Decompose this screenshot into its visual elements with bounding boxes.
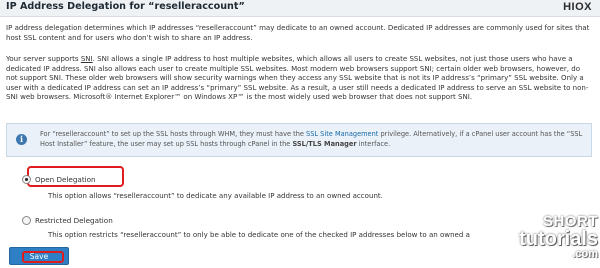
- intro-paragraph: IP address delegation determines which I…: [6, 23, 590, 42]
- open-delegation-radio[interactable]: [22, 175, 31, 184]
- sni-text-before: Your server supports: [6, 54, 81, 63]
- open-delegation-option[interactable]: Open Delegation: [22, 169, 96, 184]
- open-delegation-description: This option allows “reselleraccount” to …: [48, 191, 383, 200]
- info-text-part: interface.: [356, 140, 391, 148]
- sni-paragraph: Your server supports SNI. SNI allows a s…: [6, 54, 592, 102]
- restricted-delegation-radio[interactable]: [22, 216, 31, 225]
- ssl-site-management-link[interactable]: SSL Site Management: [306, 130, 378, 138]
- info-icon: i: [16, 134, 27, 145]
- restricted-delegation-option[interactable]: Restricted Delegation: [22, 210, 113, 225]
- info-text: For “reselleraccount” to set up the SSL …: [40, 129, 588, 149]
- open-delegation-label[interactable]: Open Delegation: [35, 175, 96, 184]
- sni-term: SNI: [80, 54, 93, 63]
- brand-tag: HIOX: [563, 1, 592, 13]
- ssl-tls-manager-label: SSL/TLS Manager: [292, 140, 357, 148]
- header-bar: IP Address Delegation for “reselleraccou…: [0, 0, 600, 17]
- save-highlight: [22, 251, 64, 263]
- restricted-delegation-label[interactable]: Restricted Delegation: [35, 216, 113, 225]
- page-title: IP Address Delegation for “reselleraccou…: [6, 1, 245, 12]
- watermark-logo: SHORT tutorials .com: [500, 214, 598, 266]
- info-text-part: For “reselleraccount” to set up the SSL …: [40, 130, 307, 138]
- sni-text-after: . SNI allows a single IP address to host…: [6, 54, 589, 102]
- info-callout: i For “reselleraccount” to set up the SS…: [6, 123, 592, 157]
- watermark-line2: tutorials: [519, 228, 598, 250]
- restricted-delegation-description: This option restricts “reselleraccount” …: [48, 230, 470, 239]
